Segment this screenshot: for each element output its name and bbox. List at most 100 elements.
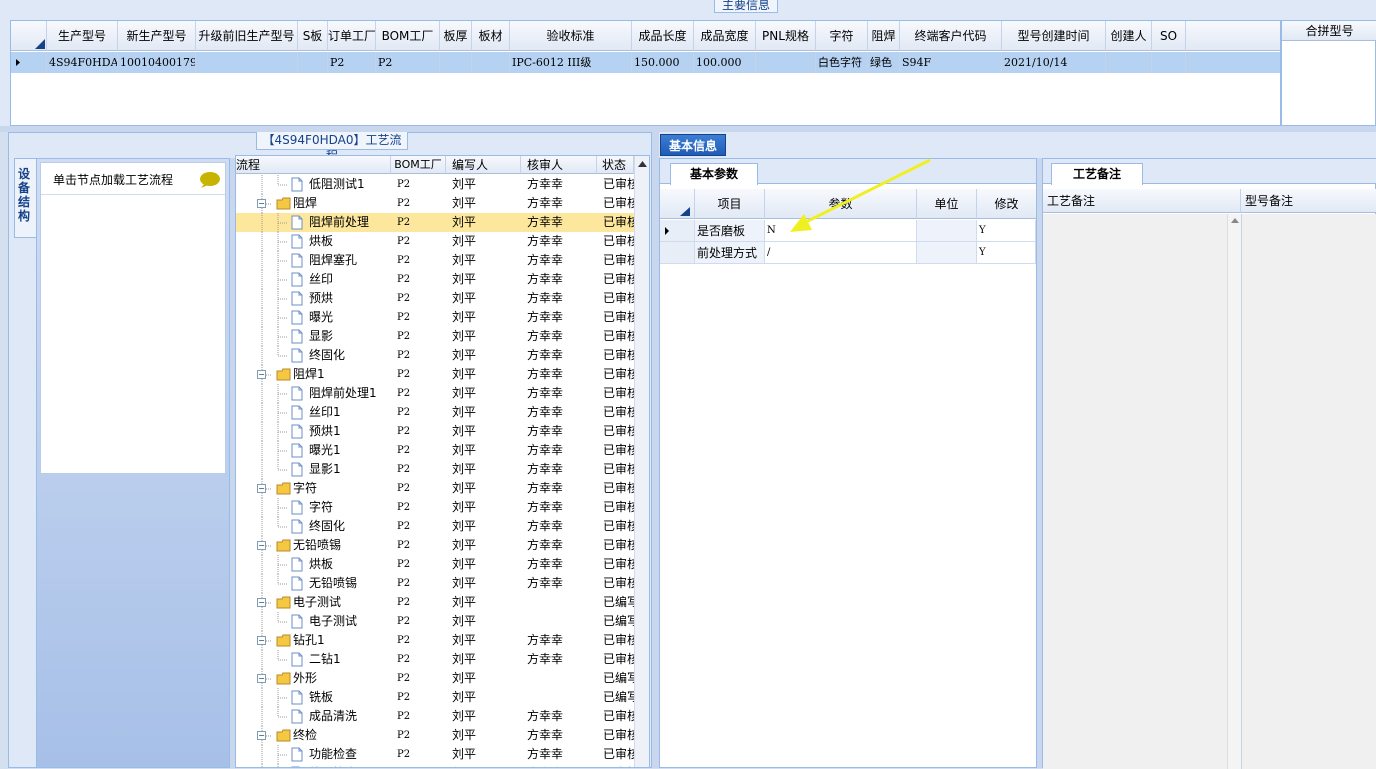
tree-row[interactable]: 预烘1 P2 刘平 方幸幸 已审核 <box>236 422 634 441</box>
grid-header-col-10[interactable]: 成品宽度 <box>694 21 756 51</box>
tree-row[interactable]: 字符 P2 刘平 方幸幸 已审核 <box>236 498 634 517</box>
tree-row[interactable]: 外观检查 P2 刘平 方幸幸 已审核 <box>236 764 634 767</box>
grid-cell[interactable]: 100.000 <box>694 52 756 73</box>
tree-row[interactable]: 丝印1 P2 刘平 方幸幸 已审核 <box>236 403 634 422</box>
scroll-up-icon[interactable] <box>1228 214 1242 228</box>
grid-cell[interactable]: 150.000 <box>632 52 694 73</box>
tree-node-label[interactable]: 曝光1 <box>309 441 391 460</box>
tree-row[interactable]: 预烘 P2 刘平 方幸幸 已审核 <box>236 289 634 308</box>
tree-row[interactable]: − 钻孔1 P2 刘平 方幸幸 已审核 <box>236 631 634 650</box>
grid-header-col-5[interactable]: BOM工厂 <box>376 21 440 51</box>
params-modify-cell[interactable]: Y <box>977 242 1036 264</box>
process-note-textarea[interactable] <box>1043 214 1227 769</box>
tree-node-label[interactable]: 低阻测试1 <box>309 175 391 194</box>
tree-row[interactable]: 阻焊前处理 P2 刘平 方幸幸 已审核 <box>236 213 634 232</box>
collapse-toggle-icon[interactable]: − <box>257 199 266 208</box>
tab-basic-params[interactable]: 基本参数 <box>670 163 758 185</box>
tree-row[interactable]: 烘板 P2 刘平 方幸幸 已审核 <box>236 555 634 574</box>
tree-row[interactable]: − 字符 P2 刘平 方幸幸 已审核 <box>236 479 634 498</box>
tree-node-label[interactable]: 铣板 <box>309 688 391 707</box>
params-item-cell[interactable]: 是否磨板 <box>695 220 765 242</box>
tree-row[interactable]: − 无铅喷锡 P2 刘平 方幸幸 已审核 <box>236 536 634 555</box>
grid-header-col-8[interactable]: 验收标准 <box>510 21 632 51</box>
tree-node-label[interactable]: 无铅喷锡 <box>293 536 391 555</box>
grid-header-col-14[interactable]: 终端客户代码 <box>900 21 1002 51</box>
tree-node-label[interactable]: 字符 <box>293 479 391 498</box>
tree-header-flow[interactable]: 流程 <box>236 156 391 174</box>
row-pointer[interactable] <box>11 52 47 73</box>
tree-row[interactable]: 低阻测试1 P2 刘平 方幸幸 已审核 <box>236 175 634 194</box>
tree-row[interactable]: 二钻1 P2 刘平 方幸幸 已审核 <box>236 650 634 669</box>
tree-row[interactable]: 电子测试 P2 刘平 已编写 <box>236 612 634 631</box>
tree-node-label[interactable]: 阻焊塞孔 <box>309 251 391 270</box>
params-row-selector-header[interactable] <box>660 189 695 219</box>
collapse-toggle-icon[interactable]: − <box>257 541 266 550</box>
tree-row[interactable]: 曝光 P2 刘平 方幸幸 已审核 <box>236 308 634 327</box>
collapse-toggle-icon[interactable]: − <box>257 731 266 740</box>
tree-row[interactable]: − 电子测试 P2 刘平 已编写 <box>236 593 634 612</box>
tree-row[interactable]: − 外形 P2 刘平 已编写 <box>236 669 634 688</box>
grid-header-col-12[interactable]: 字符 <box>816 21 868 51</box>
grid-cell[interactable] <box>472 52 510 73</box>
grid-header-col-0[interactable]: 生产型号 <box>47 21 118 51</box>
tree-node-label[interactable]: 预烘1 <box>309 422 391 441</box>
tree-row[interactable]: 显影1 P2 刘平 方幸幸 已审核 <box>236 460 634 479</box>
collapse-toggle-icon[interactable]: − <box>257 636 266 645</box>
grid-cell[interactable] <box>196 52 298 73</box>
grid-cell[interactable]: 10010400179469 <box>118 52 196 73</box>
tree-node-label[interactable]: 阻焊前处理1 <box>309 384 391 403</box>
grid-cell[interactable] <box>1106 52 1152 73</box>
grid-header-col-2[interactable]: 升级前旧生产型号 <box>196 21 298 51</box>
tree-row[interactable]: 烘板 P2 刘平 方幸幸 已审核 <box>236 232 634 251</box>
tree-row[interactable]: 阻焊塞孔 P2 刘平 方幸幸 已审核 <box>236 251 634 270</box>
params-header-param[interactable]: 参数 <box>765 189 917 219</box>
tree-scrollbar[interactable] <box>634 156 649 767</box>
tree-node-label[interactable]: 钻孔1 <box>293 631 391 650</box>
tree-row[interactable]: 无铅喷锡 P2 刘平 方幸幸 已审核 <box>236 574 634 593</box>
params-item-cell[interactable]: 前处理方式 <box>695 242 765 264</box>
params-unit-cell[interactable] <box>917 242 977 264</box>
collapse-toggle-icon[interactable]: − <box>257 370 266 379</box>
tree-row[interactable]: 曝光1 P2 刘平 方幸幸 已审核 <box>236 441 634 460</box>
params-header-modify[interactable]: 修改 <box>977 189 1036 219</box>
grid-cell[interactable]: S94F <box>900 52 1002 73</box>
collapse-toggle-icon[interactable]: − <box>257 598 266 607</box>
tree-node-label[interactable]: 显影 <box>309 327 391 346</box>
grid-cell[interactable] <box>756 52 816 73</box>
collapse-toggle-icon[interactable]: − <box>257 674 266 683</box>
tree-row[interactable]: 显影 P2 刘平 方幸幸 已审核 <box>236 327 634 346</box>
grid-cell[interactable]: 2021/10/14 <box>1002 52 1106 73</box>
grid-cell[interactable] <box>440 52 472 73</box>
tree-node-label[interactable]: 终固化 <box>309 517 391 536</box>
tree-node-label[interactable]: 预烘 <box>309 289 391 308</box>
tree-node-label[interactable]: 丝印 <box>309 270 391 289</box>
vertical-splitter[interactable] <box>652 132 659 768</box>
grid-cell[interactable]: IPC-6012 III级 <box>510 52 632 73</box>
grid-header-col-1[interactable]: 新生产型号 <box>118 21 196 51</box>
grid-cell[interactable] <box>1152 52 1186 73</box>
grid-header-col-15[interactable]: 型号创建时间 <box>1002 21 1106 51</box>
grid-header-col-6[interactable]: 板厚 <box>440 21 472 51</box>
tree-row[interactable]: 阻焊前处理1 P2 刘平 方幸幸 已审核 <box>236 384 634 403</box>
tree-node-label[interactable]: 烘板 <box>309 232 391 251</box>
grid-header-col-13[interactable]: 阻焊 <box>868 21 900 51</box>
collapse-toggle-icon[interactable]: − <box>257 484 266 493</box>
params-value-cell[interactable]: / <box>765 242 917 264</box>
tree-node-label[interactable]: 字符 <box>309 498 391 517</box>
grid-header-col-3[interactable]: S板 <box>298 21 328 51</box>
tree-node-label[interactable]: 终检 <box>293 726 391 745</box>
tree-node-label[interactable]: 曝光 <box>309 308 391 327</box>
tree-node-label[interactable]: 成品清洗 <box>309 707 391 726</box>
grid-cell[interactable]: 白色字符 <box>816 52 868 73</box>
tree-row[interactable]: − 阻焊1 P2 刘平 方幸幸 已审核 <box>236 365 634 384</box>
tree-node-label[interactable]: 丝印1 <box>309 403 391 422</box>
params-value-cell[interactable]: N <box>765 220 917 242</box>
tree-row[interactable]: 终固化 P2 刘平 方幸幸 已审核 <box>236 346 634 365</box>
tree-node-label[interactable]: 阻焊前处理 <box>309 213 391 232</box>
tree-row[interactable]: 功能检查P2刘平方幸幸已审核 <box>236 745 634 764</box>
tree-header-reviewer[interactable]: 核审人 <box>521 156 597 174</box>
tab-process-notes[interactable]: 工艺备注 <box>1051 163 1143 185</box>
grid-header-col-4[interactable]: 订单工厂 <box>328 21 376 51</box>
grid-cell[interactable]: P2 <box>328 52 376 73</box>
tree-node-label[interactable]: 显影1 <box>309 460 391 479</box>
